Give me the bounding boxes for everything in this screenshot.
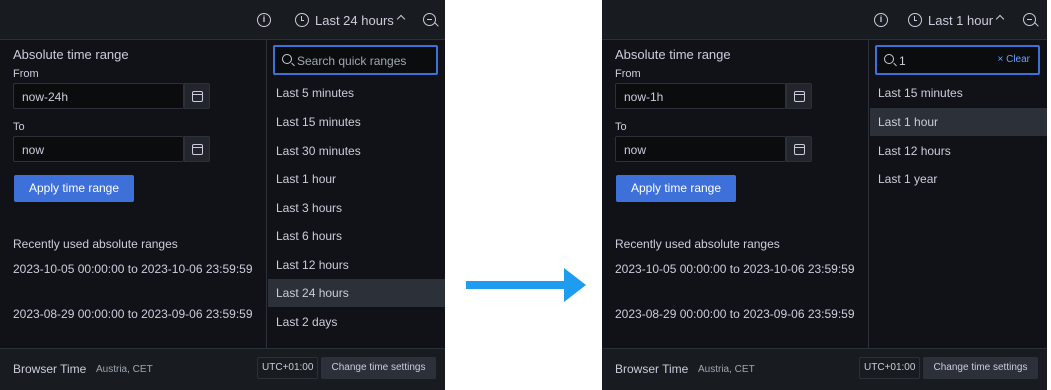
quick-range-item[interactable]: Last 1 year (870, 165, 1047, 193)
quick-range-search-input[interactable] (899, 52, 989, 70)
arrow-right-icon (564, 268, 586, 302)
recent-range-item[interactable]: 2023-10-05 00:00:00 to 2023-10-06 23:59:… (13, 261, 253, 278)
calendar-icon (192, 144, 203, 155)
quick-range-item[interactable]: Last 3 hours (268, 194, 445, 222)
search-icon (282, 54, 292, 64)
timezone-footer: Browser Time Austria, CET UTC+01:00 Chan… (602, 348, 1047, 390)
absolute-range-section: Absolute time range From now-1h To now A… (602, 40, 869, 348)
calendar-icon (794, 144, 805, 155)
change-time-settings-button[interactable]: Change time settings (321, 357, 436, 379)
transition-arrow (466, 281, 566, 289)
quick-range-item[interactable]: Last 5 minutes (268, 79, 445, 107)
to-calendar-button[interactable] (786, 136, 812, 162)
absolute-range-title: Absolute time range (13, 47, 129, 62)
from-calendar-button[interactable] (184, 83, 210, 109)
change-time-settings-button[interactable]: Change time settings (923, 357, 1038, 379)
to-input[interactable]: now (615, 136, 786, 162)
clear-search-button[interactable]: × Clear (997, 54, 1030, 65)
quick-range-item[interactable]: Last 12 hours (268, 251, 445, 279)
to-field: now (13, 136, 210, 162)
quick-range-search[interactable] (273, 45, 438, 75)
quick-range-item-selected[interactable]: Last 1 hour (870, 108, 1047, 136)
quick-range-search-input[interactable] (297, 52, 417, 70)
timezone-offset: UTC+01:00 (859, 357, 921, 379)
time-picker-toolbar: i Last 24 hours (0, 0, 445, 40)
to-field: now (615, 136, 812, 162)
from-input[interactable]: now-1h (615, 83, 786, 109)
zoom-out-icon[interactable] (423, 13, 436, 26)
recent-range-item[interactable]: 2023-08-29 00:00:00 to 2023-09-06 23:59:… (615, 306, 855, 323)
time-picker-after: i Last 1 hour Absolute time range From n… (602, 0, 1047, 390)
recent-range-item[interactable]: 2023-10-05 00:00:00 to 2023-10-06 23:59:… (615, 261, 855, 278)
quick-range-item[interactable]: Last 1 hour (268, 165, 445, 193)
timezone-footer: Browser Time Austria, CET UTC+01:00 Chan… (0, 348, 445, 390)
timezone-name: Browser Time (13, 362, 87, 376)
timezone-name: Browser Time (615, 362, 689, 376)
info-icon[interactable]: i (257, 13, 271, 27)
quick-range-item[interactable]: Last 2 days (268, 308, 445, 336)
timezone-offset: UTC+01:00 (257, 357, 319, 379)
zoom-out-icon[interactable] (1023, 13, 1036, 26)
clock-icon (908, 13, 922, 27)
quick-range-item[interactable]: Last 12 hours (870, 137, 1047, 165)
timezone-region: Austria, CET (698, 364, 755, 375)
from-calendar-button[interactable] (786, 83, 812, 109)
recent-ranges-title: Recently used absolute ranges (13, 237, 178, 251)
from-field: now-1h (615, 83, 812, 109)
time-picker-before: i Last 24 hours Absolute time range From… (0, 0, 445, 390)
to-label: To (615, 121, 627, 133)
quick-range-item[interactable]: Last 15 minutes (870, 79, 1047, 107)
picker-body: Absolute time range From now-1h To now A… (602, 40, 1047, 348)
from-input[interactable]: now-24h (13, 83, 184, 109)
quick-range-item[interactable]: Last 15 minutes (268, 108, 445, 136)
to-calendar-button[interactable] (184, 136, 210, 162)
calendar-icon (794, 91, 805, 102)
quick-range-search[interactable]: × Clear (875, 45, 1040, 75)
time-range-label[interactable]: Last 1 hour (928, 13, 993, 28)
time-picker-toolbar: i Last 1 hour (602, 0, 1047, 40)
apply-time-range-button[interactable]: Apply time range (616, 175, 736, 202)
quick-ranges-section: × Clear Last 15 minutes Last 1 hour Last… (870, 40, 1047, 348)
to-input[interactable]: now (13, 136, 184, 162)
recent-range-item[interactable]: 2023-08-29 00:00:00 to 2023-09-06 23:59:… (13, 306, 253, 323)
absolute-range-section: Absolute time range From now-24h To now … (0, 40, 267, 348)
picker-body: Absolute time range From now-24h To now … (0, 40, 445, 348)
apply-time-range-button[interactable]: Apply time range (14, 175, 134, 202)
chevron-up-icon[interactable] (396, 14, 406, 24)
quick-ranges-section: Last 5 minutes Last 15 minutes Last 30 m… (268, 40, 445, 348)
quick-range-item[interactable]: Last 6 hours (268, 222, 445, 250)
from-label: From (615, 68, 641, 80)
search-icon (884, 54, 894, 64)
from-field: now-24h (13, 83, 210, 109)
info-icon[interactable]: i (874, 13, 888, 27)
timezone-region: Austria, CET (96, 364, 153, 375)
calendar-icon (192, 91, 203, 102)
to-label: To (13, 121, 25, 133)
chevron-up-icon[interactable] (995, 14, 1005, 24)
time-range-label[interactable]: Last 24 hours (315, 13, 394, 28)
quick-range-item[interactable]: Last 30 minutes (268, 137, 445, 165)
from-label: From (13, 68, 39, 80)
recent-ranges-title: Recently used absolute ranges (615, 237, 780, 251)
clock-icon (295, 13, 309, 27)
quick-range-item-selected[interactable]: Last 24 hours (268, 279, 445, 307)
absolute-range-title: Absolute time range (615, 47, 731, 62)
